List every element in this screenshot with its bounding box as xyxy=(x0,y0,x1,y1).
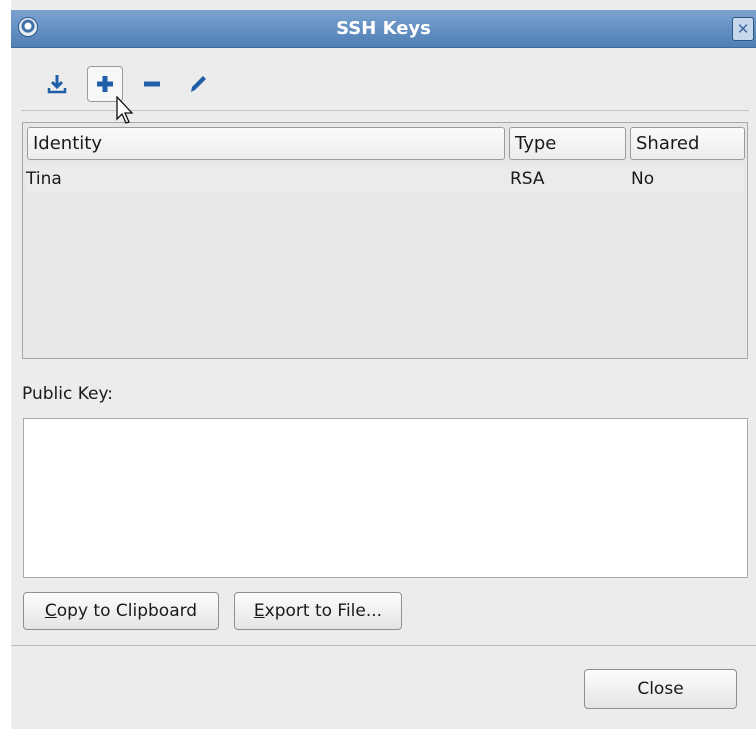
title-bar[interactable]: SSH Keys ✕ xyxy=(11,10,756,48)
table-row[interactable]: Tina RSA No xyxy=(26,165,744,193)
column-header-type[interactable]: Type xyxy=(509,127,626,160)
copy-label: opy to Clipboard xyxy=(56,601,198,621)
export-mnemonic: E xyxy=(253,601,265,621)
remove-key-button[interactable] xyxy=(134,66,170,102)
cell-type: RSA xyxy=(510,169,545,189)
import-icon xyxy=(47,75,67,94)
ssh-keys-dialog: SSH Keys ✕ Identity Type Shared Tina RSA… xyxy=(11,0,756,729)
public-key-textarea[interactable] xyxy=(23,418,748,578)
remove-icon xyxy=(144,81,160,87)
export-to-file-button[interactable]: Export to File... xyxy=(234,592,402,630)
close-button[interactable]: Close xyxy=(584,669,737,709)
window-close-button[interactable]: ✕ xyxy=(732,17,754,41)
import-key-button[interactable] xyxy=(39,66,75,102)
cell-shared: No xyxy=(631,169,655,189)
public-key-label: Public Key: xyxy=(22,384,114,404)
column-header-identity[interactable]: Identity xyxy=(27,127,505,160)
copy-to-clipboard-button[interactable]: Copy to Clipboard xyxy=(23,592,219,630)
add-icon xyxy=(97,76,113,92)
mouse-cursor-icon xyxy=(116,96,134,124)
edit-key-button[interactable] xyxy=(180,66,216,102)
column-header-shared[interactable]: Shared xyxy=(630,127,745,160)
separator xyxy=(11,645,756,646)
copy-mnemonic: C xyxy=(44,601,57,621)
cell-identity: Tina xyxy=(26,169,62,189)
window-title: SSH Keys xyxy=(336,18,431,39)
edit-icon xyxy=(191,76,206,92)
export-label: xport to File... xyxy=(264,601,383,621)
ssh-keys-table: Identity Type Shared Tina RSA No xyxy=(22,122,748,359)
